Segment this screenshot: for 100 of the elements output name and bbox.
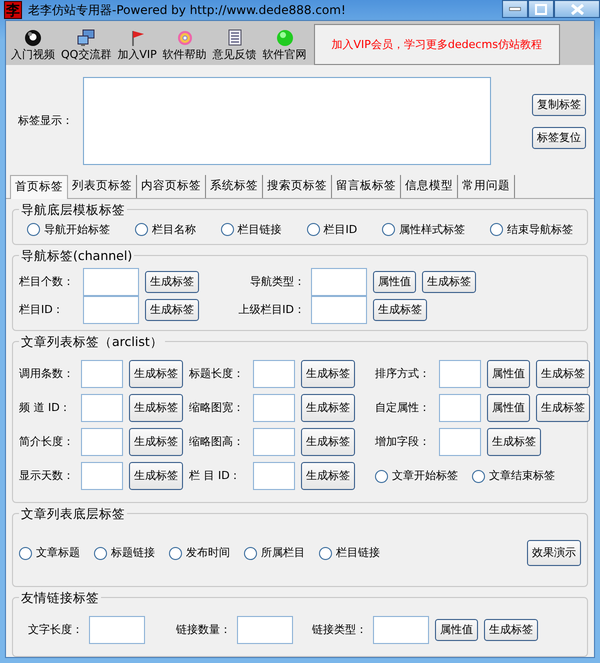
radio-label: 标题链接 [111,544,155,561]
input-field[interactable] [439,360,481,388]
radio-circle[interactable] [319,546,332,560]
generate-button[interactable]: 生成标签 [484,619,538,641]
toolbar-button[interactable]: 入门视频 [8,28,58,64]
field-label: 文字长度： [27,622,83,638]
field-label: 调用条数： [19,366,75,382]
toolbar-button[interactable]: 加入VIP [114,28,160,64]
radio-option[interactable]: 栏目链接 [319,544,380,562]
tab[interactable]: 系统标签 [206,175,263,198]
close-icon [570,4,584,14]
input-field[interactable] [373,616,429,644]
tab[interactable]: 常用问题 [458,175,515,198]
radio-circle[interactable] [382,223,396,236]
tab[interactable]: 内容页标签 [137,175,206,198]
window-title: 老李仿站专用器-Powered by http://www.dede888.com! [28,2,346,20]
toolbar-button[interactable]: 软件官网 [260,28,310,64]
input-field[interactable] [81,428,123,456]
tab[interactable]: 列表页标签 [68,175,137,198]
demo-button[interactable]: 效果演示 [527,540,581,566]
radio-option[interactable]: 栏目ID [306,222,358,238]
generate-button[interactable]: 生成标签 [129,360,183,388]
radio-circle[interactable] [27,223,40,236]
radio-option[interactable]: 属性样式标签 [382,222,466,238]
ball-icon [24,28,42,47]
monitors-icon [77,28,96,47]
toolbar-button[interactable]: 意见反馈 [210,28,260,64]
tag-button[interactable]: 复制标签 [532,94,586,116]
input-field[interactable] [83,268,139,296]
radio-option[interactable]: 导航开始标签 [27,222,110,238]
radio-option[interactable]: 栏目链接 [220,222,282,238]
input-field[interactable] [81,462,123,490]
radio-label: 所属栏目 [261,544,305,561]
input-field[interactable] [253,394,295,422]
field-label: 频 道 ID： [19,400,72,416]
radio-option[interactable]: 发布时间 [169,544,230,562]
tab[interactable]: 信息模型 [401,175,458,198]
generate-button[interactable]: 属性值 [487,360,530,388]
input-field[interactable] [439,394,481,422]
radio-circle[interactable] [19,546,32,560]
generate-button[interactable]: 生成标签 [301,360,355,388]
input-field[interactable] [439,428,481,456]
input-field[interactable] [81,360,123,388]
input-field[interactable] [237,616,293,644]
input-field[interactable] [83,296,139,324]
radio-option[interactable]: 结束导航标签 [490,222,573,238]
generate-button[interactable]: 属性值 [487,394,530,422]
radio-circle[interactable] [220,223,234,236]
radio-circle[interactable] [169,546,182,560]
radio-option[interactable]: 所属栏目 [244,544,305,562]
tab[interactable]: 首页标签 [10,175,68,198]
radio-circle[interactable] [244,546,257,560]
field-label: 导航类型： [249,274,305,290]
tab[interactable]: 留言板标签 [332,175,401,198]
generate-button[interactable]: 生成标签 [301,428,355,456]
generate-button[interactable]: 生成标签 [373,299,427,321]
generate-button[interactable]: 生成标签 [487,428,541,456]
radio-option[interactable]: 文章结束标签 [472,468,555,484]
input-field[interactable] [311,268,367,296]
field-label: 标题长度： [189,366,245,382]
radio-option[interactable]: 标题链接 [94,544,155,562]
radio-option[interactable]: 文章开始标签 [375,468,458,484]
field-label: 显示天数： [19,468,75,484]
input-field[interactable] [311,296,367,324]
generate-button[interactable]: 生成标签 [301,462,355,490]
input-field[interactable] [89,616,145,644]
radio-circle[interactable] [490,223,503,236]
maximize-button[interactable] [528,0,554,18]
generate-button[interactable]: 属性值 [373,271,416,293]
toolbar-button[interactable]: QQ交流群 [58,28,114,64]
tag-display-field[interactable] [83,77,491,166]
input-field[interactable] [81,394,123,422]
tab[interactable]: 搜索页标签 [263,175,332,198]
input-field[interactable] [253,428,295,456]
radio-circle[interactable] [94,546,107,560]
tag-button[interactable]: 标签复位 [532,126,586,149]
radio-option[interactable]: 栏目名称 [134,222,196,238]
radio-circle[interactable] [306,223,320,236]
generate-button[interactable]: 生成标签 [301,394,355,422]
generate-button[interactable]: 属性值 [435,619,478,641]
app-icon: 李 [4,1,22,20]
generate-button[interactable]: 生成标签 [422,271,476,293]
generate-button[interactable]: 生成标签 [145,271,199,293]
radio-circle[interactable] [472,470,485,482]
generate-button[interactable]: 生成标签 [129,394,183,422]
generate-button[interactable]: 生成标签 [129,428,183,456]
radio-option[interactable]: 文章标题 [19,544,80,562]
input-field[interactable] [253,462,295,490]
generate-button[interactable]: 生成标签 [129,462,183,490]
generate-button[interactable]: 生成标签 [536,360,590,388]
radio-circle[interactable] [134,223,148,236]
radio-label: 栏目名称 [152,222,196,238]
minimize-button[interactable] [502,0,528,18]
radio-label: 文章标题 [36,544,80,561]
generate-button[interactable]: 生成标签 [536,394,590,422]
close-button[interactable] [554,0,600,18]
toolbar-button[interactable]: 软件帮助 [160,28,210,64]
radio-circle[interactable] [375,470,388,482]
input-field[interactable] [253,360,295,388]
generate-button[interactable]: 生成标签 [145,299,199,321]
